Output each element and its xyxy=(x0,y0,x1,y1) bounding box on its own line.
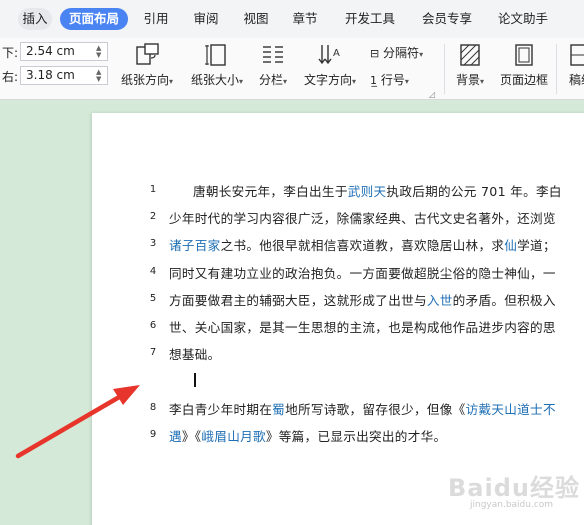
manuscript-paper-button[interactable]: 稿纸 xyxy=(562,38,584,96)
line-number: 6 xyxy=(149,320,157,331)
bottom-margin-input[interactable]: 2.54 cm ▲ ▼ xyxy=(20,42,108,61)
document-line[interactable]: 同时又有建功立业的政治抱负。一方面要做超脱尘俗的隐士神仙，一 xyxy=(169,263,556,282)
right-margin-input[interactable]: 3.18 cm ▲ ▼ xyxy=(20,66,108,85)
document-line[interactable]: 想基础。 xyxy=(169,344,221,363)
ribbon-divider xyxy=(556,44,557,94)
manuscript-paper-label: 稿纸 xyxy=(569,73,584,87)
line-segment: 学道； xyxy=(517,238,556,253)
line-segment: 执政后期的公元 701 年。李白 xyxy=(386,184,562,199)
document-line[interactable]: 少年时代的学习内容很广泛，除儒家经典、古代文史名著外，还浏览 xyxy=(169,208,556,227)
background-label: 背景 xyxy=(455,73,480,87)
text-direction-button[interactable]: A 文字方向▾ xyxy=(298,38,362,96)
page-border-button[interactable]: 页面边框 xyxy=(496,38,552,96)
hyperlink-text[interactable]: 诸子百家 xyxy=(169,238,221,253)
tab-member[interactable]: 会员专享 xyxy=(418,8,476,30)
caret-down-icon: ▾ xyxy=(283,77,288,86)
separator-button[interactable]: ⊟ 分隔符▾ xyxy=(370,44,423,61)
baidu-watermark-url: jingyan.baidu.com xyxy=(470,500,554,510)
line-number: 8 xyxy=(149,402,157,413)
hyperlink-text[interactable]: 峨眉山月歌 xyxy=(201,429,265,444)
spin-down-icon[interactable]: ▼ xyxy=(96,76,104,83)
line-segment: 地所写诗歌，留存很少，但像《 xyxy=(285,402,466,417)
hyperlink-text[interactable]: 遇 xyxy=(169,429,182,444)
document-line[interactable]: 方面要做君主的辅弼大臣，这就形成了出世与入世的矛盾。但积极入 xyxy=(169,290,556,309)
bottom-margin-label: 下: xyxy=(2,46,19,60)
bottom-margin-value: 2.54 cm xyxy=(26,44,75,58)
ribbon-toolbar: 下: 2.54 cm ▲ ▼ 右: 3.18 cm ▲ ▼ 纸张方向▾ 纸张大小… xyxy=(0,38,584,100)
line-segment: 李白青少年时期在 xyxy=(169,402,273,417)
line-numbers-button[interactable]: 1̲ 行号▾ xyxy=(370,71,409,88)
document-line[interactable]: 唐朝长安元年，李白出生于武则天执政后期的公元 701 年。李白 xyxy=(193,181,562,200)
background-button[interactable]: 背景▾ xyxy=(448,38,492,96)
page-border-icon xyxy=(515,44,533,66)
document-line[interactable]: 诸子百家之书。他很早就相信喜欢道教，喜欢隐居山林，求仙学道； xyxy=(169,235,556,254)
tab-paper-assistant[interactable]: 论文助手 xyxy=(494,8,552,30)
document-line[interactable]: 遇》《峨眉山月歌》等篇，已显示出突出的才华。 xyxy=(169,426,446,445)
dialog-launcher-icon[interactable]: ◿ xyxy=(429,90,435,99)
orientation-label: 纸张方向 xyxy=(120,73,169,87)
page-border-label: 页面边框 xyxy=(499,73,548,87)
paper-size-icon xyxy=(205,44,226,66)
orientation-button[interactable]: 纸张方向▾ xyxy=(114,38,180,96)
hyperlink-text[interactable]: 入世 xyxy=(427,293,453,308)
columns-icon xyxy=(263,46,283,63)
tab-developer[interactable]: 开发工具 xyxy=(341,8,399,30)
separator-label: 分隔符 xyxy=(383,46,420,60)
document-line[interactable]: 李白青少年时期在蜀地所写诗歌，留存很少，但像《访戴天山道士不 xyxy=(169,399,556,418)
document-line[interactable]: 世、关心国家，是其一生思想的主流，也是构成他作品进步内容的思 xyxy=(169,317,556,336)
line-numbers-label: 行号 xyxy=(380,73,405,87)
background-icon xyxy=(460,44,480,66)
tab-review[interactable]: 审阅 xyxy=(190,8,222,30)
separator-icon: ⊟ xyxy=(370,47,380,60)
caret-down-icon: ▾ xyxy=(352,77,357,86)
line-segment: 方面要做君主的辅弼大臣，这就形成了出世与 xyxy=(169,293,427,308)
baidu-watermark: Baidu经验 xyxy=(448,474,580,502)
caret-down-icon: ▾ xyxy=(404,77,409,86)
hyperlink-text[interactable]: 访戴天山道士不 xyxy=(466,402,556,417)
line-number: 1 xyxy=(149,184,157,195)
line-number: 2 xyxy=(149,211,157,222)
columns-button[interactable]: 分栏▾ xyxy=(252,38,294,96)
right-margin-value: 3.18 cm xyxy=(26,68,75,82)
line-segment: 唐朝长安元年，李白出生于 xyxy=(193,184,348,199)
tab-insert[interactable]: 插入 xyxy=(18,8,52,30)
columns-label: 分栏 xyxy=(258,73,283,87)
hyperlink-text[interactable]: 蜀 xyxy=(272,402,285,417)
ribbon-tab-bar: 插入 页面布局 引用 审阅 视图 章节 开发工具 会员专享 论文助手 xyxy=(0,0,584,38)
line-number: 7 xyxy=(149,347,157,358)
line-number: 9 xyxy=(149,429,157,440)
text-direction-label: 文字方向 xyxy=(303,73,352,87)
caret-down-icon: ▾ xyxy=(169,77,174,86)
line-segment: 之书。他很早就相信喜欢道教，喜欢隐居山林，求 xyxy=(220,238,505,253)
line-number: 4 xyxy=(149,266,157,277)
paper-size-button[interactable]: 纸张大小▾ xyxy=(184,38,250,96)
hyperlink-text[interactable]: 武则天 xyxy=(348,184,387,199)
tab-view[interactable]: 视图 xyxy=(240,8,272,30)
line-number: 5 xyxy=(149,293,157,304)
tab-page-layout[interactable]: 页面布局 xyxy=(60,8,128,30)
line-segment: 的矛盾。但积极入 xyxy=(452,293,556,308)
hyperlink-text[interactable]: 仙 xyxy=(504,238,517,253)
caret-down-icon: ▾ xyxy=(480,77,485,86)
paper-size-label: 纸张大小 xyxy=(190,73,239,87)
line-segment: 》等篇，已显示出突出的才华。 xyxy=(265,429,447,444)
spin-down-icon[interactable]: ▼ xyxy=(96,52,104,59)
text-cursor xyxy=(194,373,196,387)
tab-section[interactable]: 章节 xyxy=(289,8,321,30)
page-orientation-icon xyxy=(136,43,159,65)
tab-references[interactable]: 引用 xyxy=(140,8,172,30)
line-segment: 》《 xyxy=(181,429,202,444)
ribbon-divider xyxy=(444,44,445,94)
line-number: 3 xyxy=(149,238,157,249)
text-direction-icon: A xyxy=(318,45,340,65)
svg-text:A: A xyxy=(333,48,340,59)
caret-down-icon: ▾ xyxy=(419,50,424,59)
manuscript-paper-icon xyxy=(570,44,584,66)
line-numbers-icon: 1̲ xyxy=(370,74,377,87)
caret-down-icon: ▾ xyxy=(239,77,244,86)
right-margin-label: 右: xyxy=(2,70,19,84)
